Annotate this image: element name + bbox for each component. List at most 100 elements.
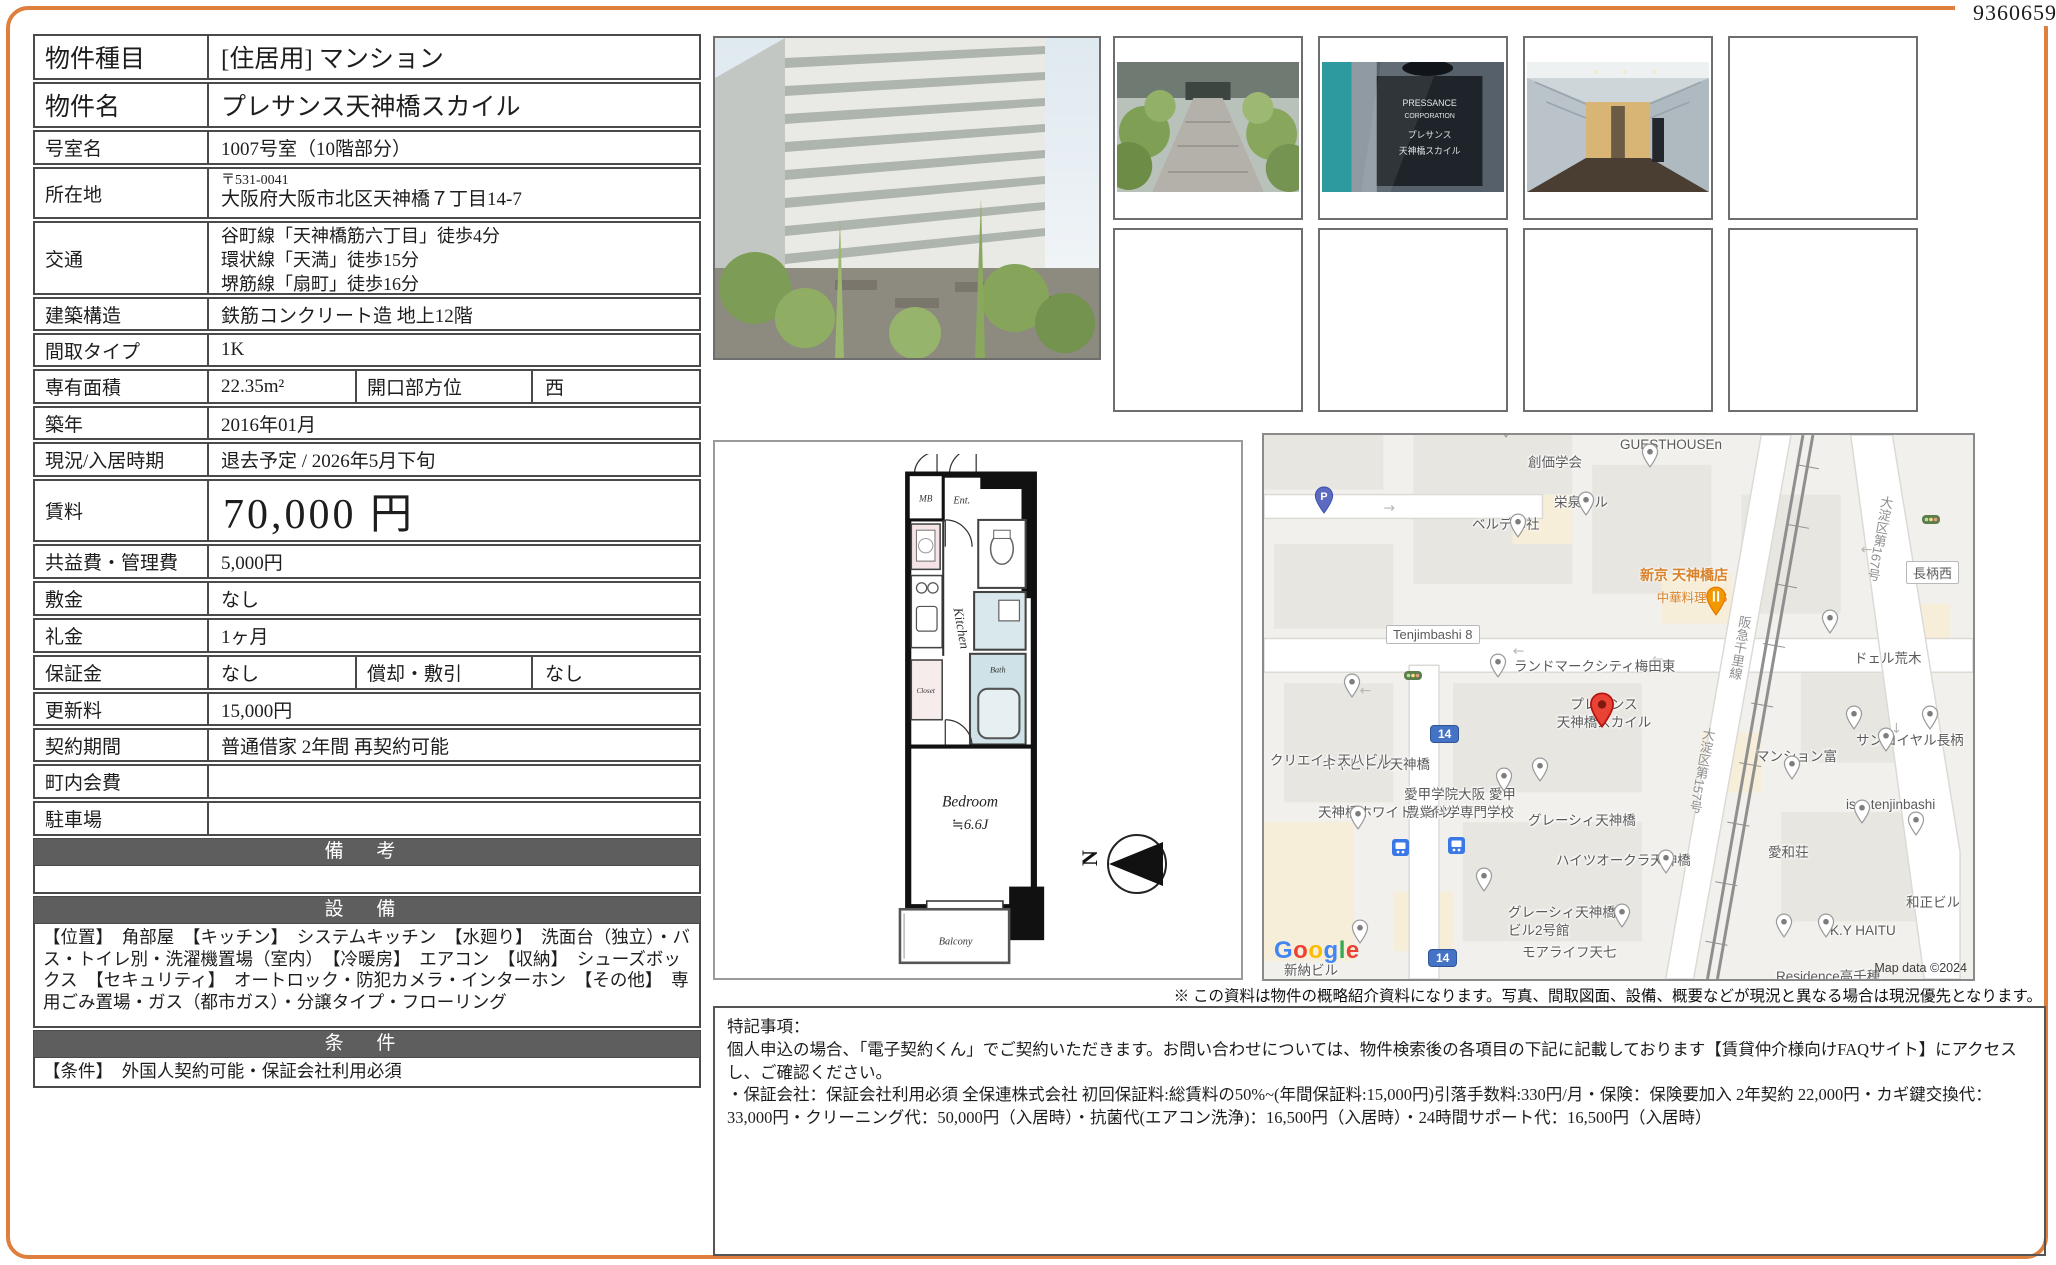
row-value: 5,000円 <box>207 546 699 577</box>
map-pin <box>1510 513 1527 543</box>
bus-stop-icon <box>1392 839 1409 861</box>
map-label: 愛和荘 <box>1768 841 1809 861</box>
map-label: 創価学会 <box>1528 451 1582 471</box>
notes-title: 特記事項： <box>727 1016 2032 1039</box>
google-logo: Google <box>1274 937 1360 965</box>
map-pin <box>1578 491 1595 521</box>
row-label: 開口部方位 <box>355 371 531 402</box>
conditions-header: 条 件 <box>33 1030 701 1058</box>
approach-photo-graphic <box>1117 62 1299 192</box>
row-label: 現況/入居時期 <box>35 444 207 475</box>
transport-line: 谷町線「天神橋筋六丁目」徒歩4分 <box>221 225 699 249</box>
compass-svg: N <box>1075 830 1185 900</box>
remarks-text <box>33 866 701 894</box>
row-label: 所在地 <box>35 169 207 217</box>
traffic-light-icon <box>1922 511 1940 529</box>
map-pin <box>1658 849 1675 879</box>
floorplan-panel: MB Ent. Kitchen <box>713 440 1243 980</box>
sign-photo-graphic: PRESSANCE CORPORATION プレサンス 天神橋スカイル <box>1322 62 1504 192</box>
table-row: 号室名1007号室（10階部分） <box>33 130 701 165</box>
table-row: 駐車場 <box>33 801 701 836</box>
map-label: GUESTHOUSEn <box>1620 437 1722 452</box>
floorplan-label-balcony: Balcony <box>939 936 973 947</box>
road-name-badge: Tenjimbashi 8 <box>1386 625 1480 644</box>
map-label: 天神橋ホワイトハイツ <box>1318 801 1453 821</box>
floorplan-label-bedroom-size: ≒6.6J <box>952 817 989 833</box>
map-poi-label-highlight: 新京 天神橋店 <box>1640 565 1728 585</box>
parking-icon: P <box>1314 486 1334 519</box>
row-value <box>207 766 699 797</box>
row-value <box>207 803 699 834</box>
row-label: 建築構造 <box>35 299 207 329</box>
table-row: 物件名プレサンス天神橋スカイル <box>33 82 701 128</box>
row-value: 2016年01月 <box>207 408 699 438</box>
table-row: 町内会費 <box>33 764 701 799</box>
table-row: 更新料15,000円 <box>33 692 701 726</box>
row-value: 1007号室（10階部分） <box>207 132 699 163</box>
row-value: なし <box>531 657 699 688</box>
row-value: 普通借家 2年間 再契約可能 <box>207 730 699 760</box>
table-row: 交通 谷町線「天神橋筋六丁目」徒歩4分 環状線「天満」徒歩15分 堺筋線「扇町」… <box>33 221 701 295</box>
google-letter: g <box>1324 937 1339 964</box>
row-label: 専有面積 <box>35 371 207 402</box>
map-label: Residence高千穂 <box>1776 965 1880 981</box>
property-table: 物件種目[住居用] マンション 物件名プレサンス天神橋スカイル 号室名1007号… <box>33 34 701 1090</box>
transport-line: 堺筋線「扇町」徒歩16分 <box>221 273 699 297</box>
row-label: 更新料 <box>35 694 207 724</box>
row-value: 1K <box>207 335 699 365</box>
photo-frame-empty <box>1728 228 1918 412</box>
photo-frame-empty <box>1318 228 1508 412</box>
restaurant-pin <box>1705 586 1727 621</box>
table-row: 築年2016年01月 <box>33 406 701 440</box>
map-label: ベルデ本社 <box>1472 513 1540 533</box>
property-location-pin <box>1589 692 1615 733</box>
notes-line: 個人申込の場合、「電子契約くん」でご契約いただきます。お問い合わせについては、物… <box>727 1039 2032 1085</box>
disclaimer-text: ※ この資料は物件の概略紹介資料になります。写真、間取図面、設備、概要などが現況… <box>1174 984 2042 1006</box>
map-pin <box>1784 755 1801 785</box>
table-row: 保証金 なし 償却・敷引 なし <box>33 655 701 690</box>
table-row: 現況/入居時期退去予定 / 2026年5月下旬 <box>33 442 701 477</box>
floorplan-label-closet: Closet <box>916 687 935 695</box>
row-label: 物件名 <box>35 84 207 126</box>
row-value: 1ヶ月 <box>207 620 699 651</box>
map-pin <box>1822 609 1839 639</box>
photo-building-exterior <box>713 36 1101 360</box>
row-label: 保証金 <box>35 657 207 688</box>
row-value: プレサンス天神橋スカイル <box>207 84 699 126</box>
row-value: [住居用] マンション <box>207 36 699 78</box>
transport-line: 環状線「天満」徒歩15分 <box>221 249 699 273</box>
sign-text: CORPORATION <box>1404 113 1454 120</box>
map-label: グレーシィ天神橋 <box>1508 901 1616 921</box>
notes-line: ・保証会社：保証会社利用必須 全保連株式会社 初回保証料:総賃料の50%~(年間… <box>727 1084 2032 1130</box>
map-pin <box>1350 805 1367 835</box>
row-label: 礼金 <box>35 620 207 651</box>
map-label: K.Y HAITU <box>1830 923 1896 938</box>
photo-entrance-approach <box>1113 36 1303 220</box>
photo-frame-empty <box>1113 228 1303 412</box>
row-value: 鉄筋コンクリート造 地上12階 <box>207 299 699 329</box>
map-label: ランドマークシティ梅田東 <box>1514 655 1675 675</box>
table-row: 物件種目[住居用] マンション <box>33 34 701 80</box>
google-letter: o <box>1308 937 1323 964</box>
row-value: なし <box>207 657 355 688</box>
row-value: 〒531-0041 大阪府大阪市北区天神橋７丁目14-7 <box>207 169 699 217</box>
road-name-vertical: 大淀区第157号 <box>1685 726 1719 815</box>
sign-text: 天神橋スカイル <box>1399 145 1461 156</box>
google-letter: e <box>1346 937 1360 964</box>
row-label: 賃料 <box>35 481 207 540</box>
row-value: 22.35m² <box>207 371 355 402</box>
map-pin <box>1854 799 1871 829</box>
equipment-header: 設 備 <box>33 896 701 924</box>
rent-value: 70,000 円 <box>207 481 699 540</box>
building-photo-graphic <box>715 38 1099 358</box>
map-label: サンロイヤル長柄 <box>1856 729 1964 749</box>
google-letter: G <box>1274 937 1293 964</box>
corridor-photo-graphic <box>1527 62 1709 192</box>
table-row: 建築構造鉄筋コンクリート造 地上12階 <box>33 297 701 331</box>
row-label: 交通 <box>35 223 207 293</box>
map-pois: 創価学会GUESTHOUSEn栄泉ビルベルデ本社新京 天神橋店中華料理・S長柄西… <box>1264 435 1973 979</box>
property-flyer: 9360659 物件種目[住居用] マンション 物件名プレサンス天神橋スカイル … <box>0 0 2056 1265</box>
map-label: ドェル荒木 <box>1854 647 1922 667</box>
row-label: 物件種目 <box>35 36 207 78</box>
google-letter: o <box>1293 937 1308 964</box>
